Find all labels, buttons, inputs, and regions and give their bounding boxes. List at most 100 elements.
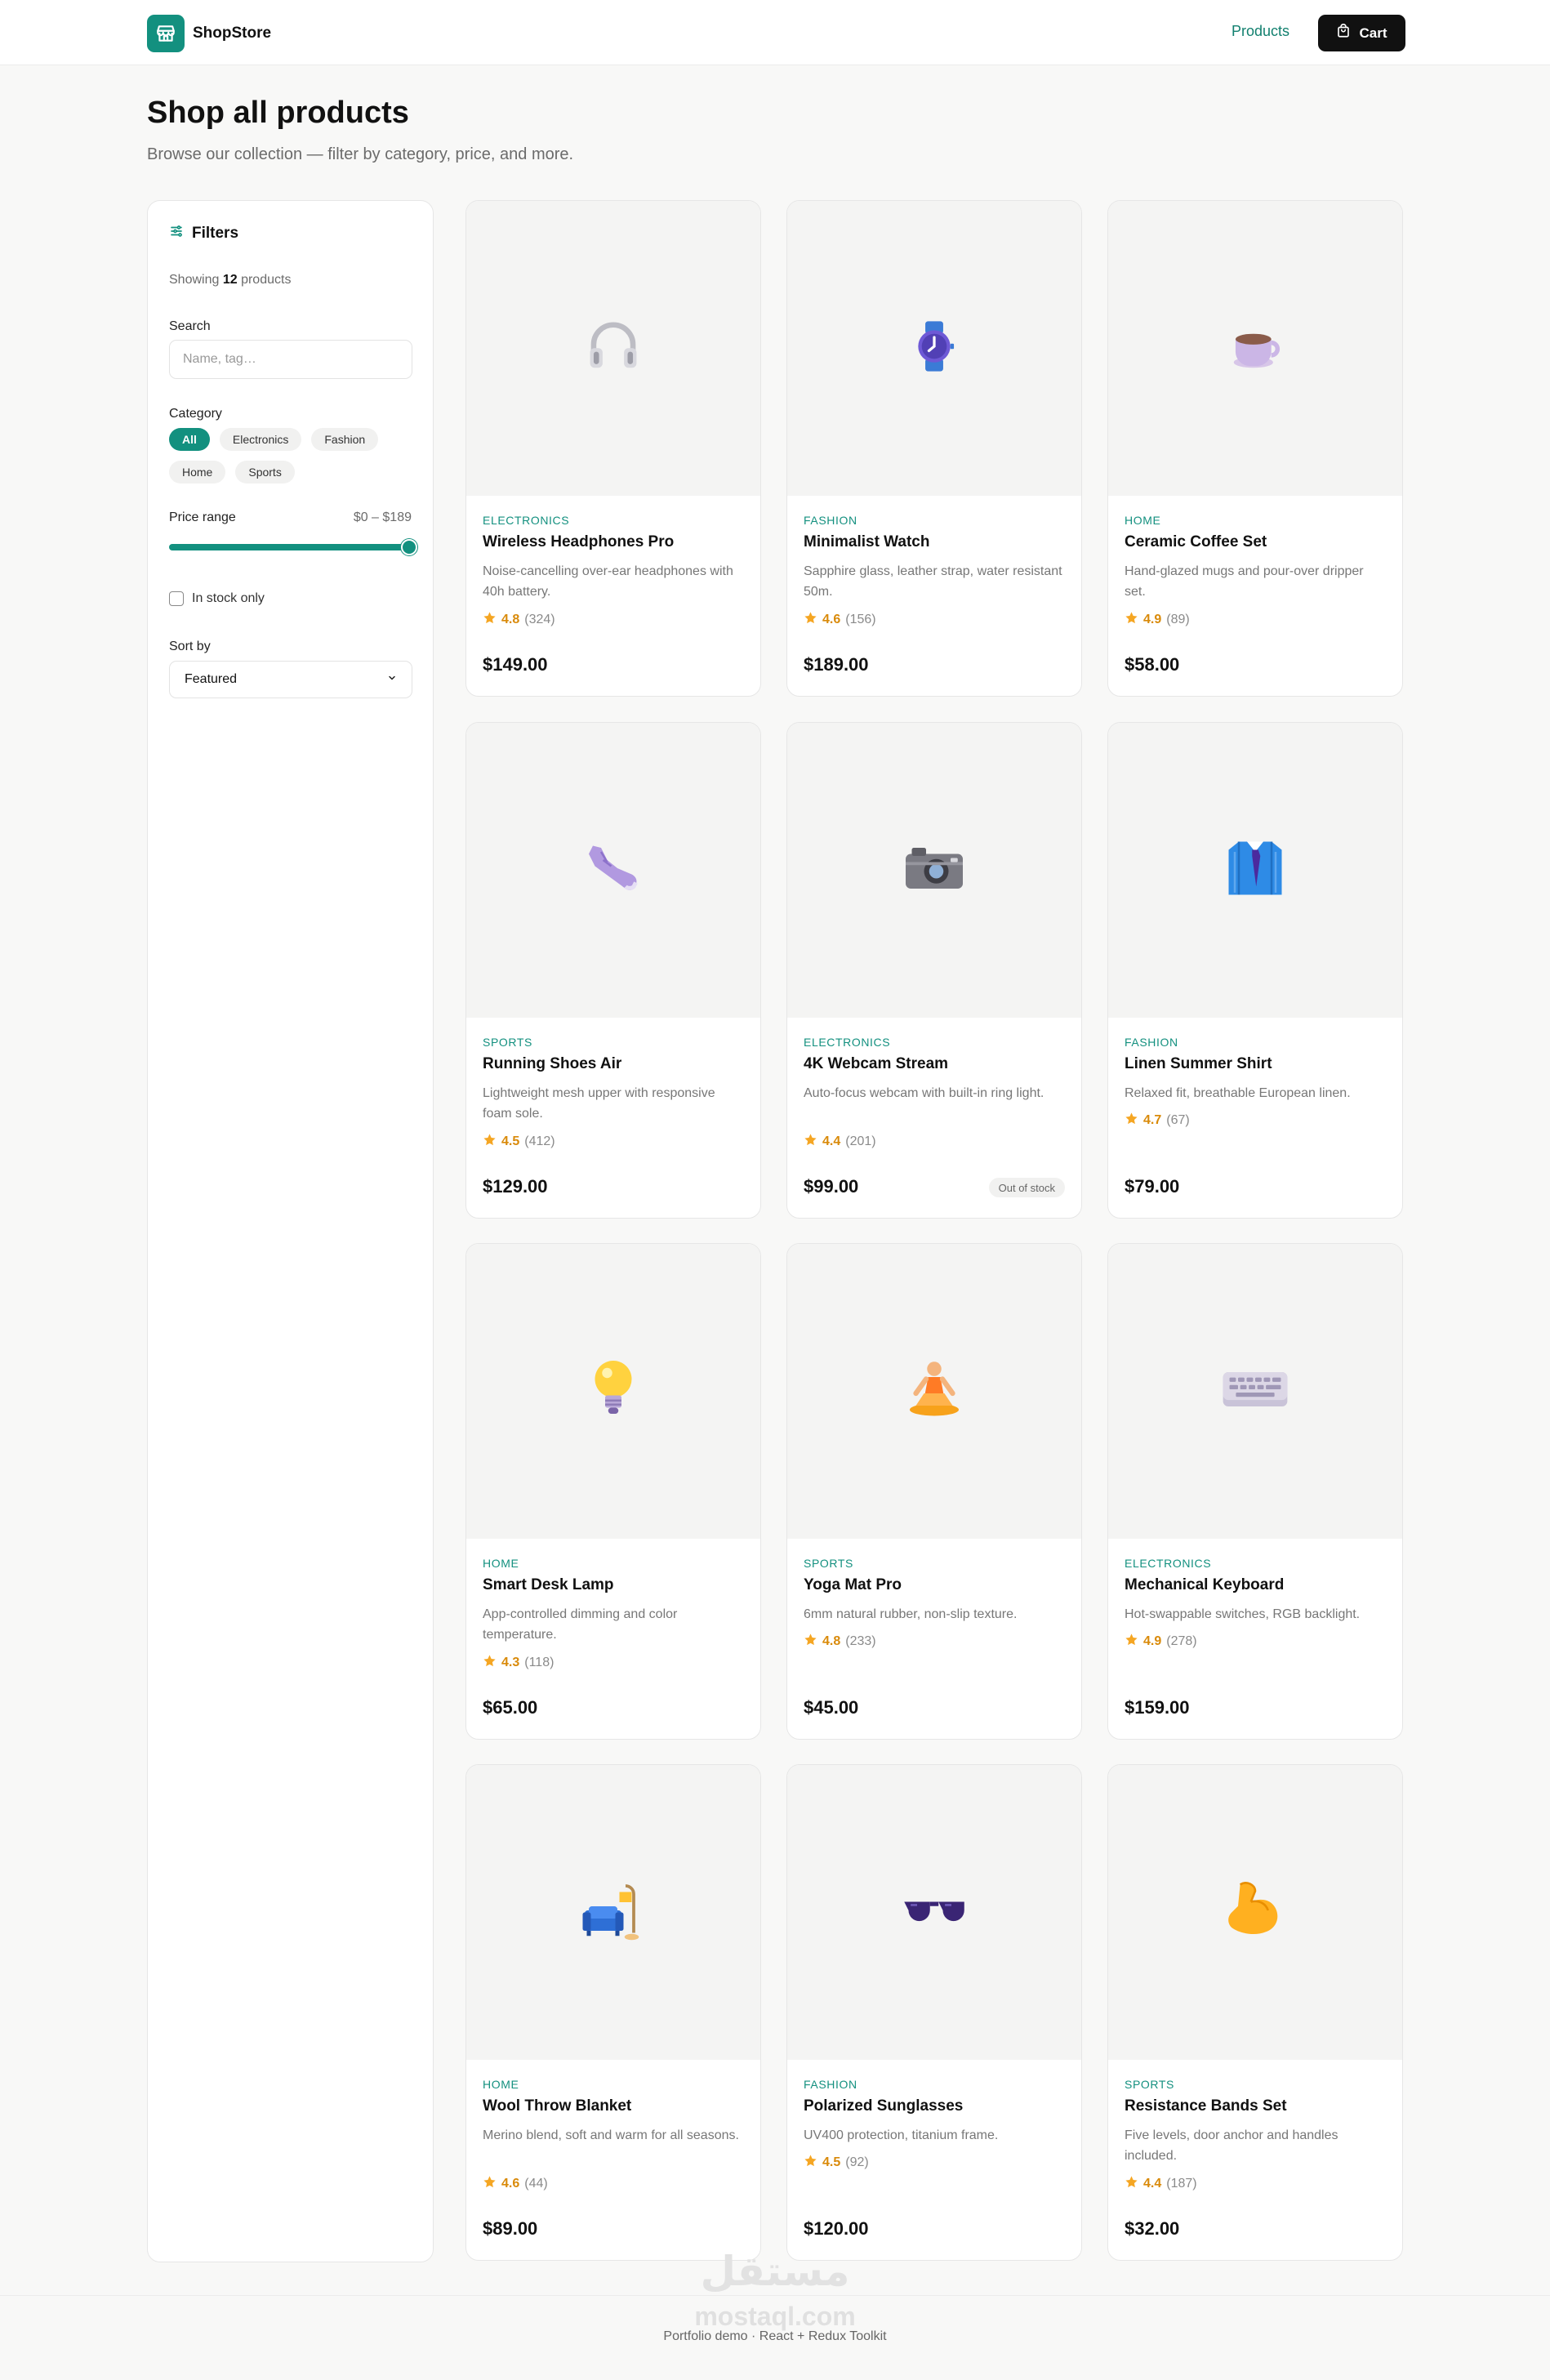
showing-prefix: Showing [169,273,220,287]
headphones-icon [585,318,642,379]
search-input[interactable] [169,340,412,379]
price-range-label: Price range [169,510,236,524]
product-image[interactable] [466,1244,760,1539]
product-name[interactable]: Minimalist Watch [804,533,929,551]
product-name[interactable]: 4K Webcam Stream [804,1055,948,1073]
product-card[interactable]: FASHION Polarized Sunglasses UV400 protect… [786,1764,1082,2261]
camera-icon [902,840,967,901]
product-image[interactable] [1108,1244,1402,1539]
filters-heading: Filters [169,224,238,243]
product-category: HOME [483,2078,519,2091]
product-image[interactable] [787,201,1081,496]
rating-value: 4.7 [1143,1113,1162,1127]
rating-value: 4.4 [822,1134,841,1148]
product-image[interactable] [787,723,1081,1018]
couch-lamp-icon [579,1878,648,1947]
product-price: $149.00 [483,654,548,675]
product-name[interactable]: Ceramic Coffee Set [1125,533,1267,551]
product-card[interactable]: ELECTRONICS Wireless Headphones Pro Noise-… [465,200,761,697]
product-card[interactable]: HOME Ceramic Coffee Set Hand-glazed mugs a… [1107,200,1403,697]
product-card[interactable]: ELECTRONICS 4K Webcam Stream Auto-focus we… [786,722,1082,1219]
rating-count: (118) [524,1656,555,1669]
product-price: $120.00 [804,2218,869,2239]
product-price: $65.00 [483,1697,538,1718]
product-rating: 4.9 (278) [1125,1633,1197,1651]
rating-count: (278) [1166,1634,1197,1648]
price-range-slider[interactable] [169,539,417,555]
product-category: FASHION [1125,1036,1178,1049]
flexed-bicep-icon [1221,1876,1289,1949]
product-image[interactable] [1108,201,1402,496]
product-image[interactable] [1108,723,1402,1018]
product-card[interactable]: SPORTS Yoga Mat Pro 6mm natural rubber, no… [786,1243,1082,1740]
category-chip-fashion[interactable]: Fashion [311,428,379,451]
product-rating: 4.7 (67) [1125,1112,1190,1130]
product-name[interactable]: Running Shoes Air [483,1055,621,1073]
product-price: $58.00 [1125,654,1180,675]
category-label: Category [169,407,222,421]
product-description: 6mm natural rubber, non-slip texture. [804,1607,1018,1621]
product-image[interactable] [1108,1765,1402,2060]
star-icon [804,1133,817,1151]
product-card[interactable]: SPORTS Resistance Bands Set Five levels, d… [1107,1764,1403,2261]
product-card[interactable]: HOME Smart Desk Lamp App-controlled dimmin… [465,1243,761,1740]
sort-select[interactable]: Featured [169,661,412,698]
product-description: Hand-glazed mugs and pour-over dripper s… [1125,564,1364,599]
product-rating: 4.5 (92) [804,2154,869,2172]
product-name[interactable]: Polarized Sunglasses [804,2097,963,2115]
price-slider-thumb[interactable] [401,539,417,555]
category-chips: All Electronics Fashion Home Sports [169,428,414,484]
product-name[interactable]: Mechanical Keyboard [1125,1576,1284,1594]
product-name[interactable]: Linen Summer Shirt [1125,1055,1272,1073]
rating-value: 4.5 [822,2155,841,2169]
search-label: Search [169,319,211,333]
product-rating: 4.8 (324) [483,611,555,629]
category-chip-electronics[interactable]: Electronics [219,428,302,451]
rating-value: 4.8 [501,613,520,626]
chevron-down-icon [387,672,397,687]
product-name[interactable]: Smart Desk Lamp [483,1576,614,1594]
keyboard-icon [1221,1365,1289,1418]
product-image[interactable] [466,201,760,496]
category-chip-home[interactable]: Home [169,461,226,484]
product-price: $89.00 [483,2218,538,2239]
product-description: Relaxed fit, breathable European linen. [1125,1086,1351,1100]
product-card[interactable]: ELECTRONICS Mechanical Keyboard Hot-swappa… [1107,1243,1403,1740]
product-category: SPORTS [1125,2078,1174,2091]
product-rating: 4.4 (201) [804,1133,876,1151]
price-range-value: $0 – $189 [353,510,412,524]
product-card[interactable]: FASHION Linen Summer Shirt Relaxed fit, br… [1107,722,1403,1219]
category-chip-all[interactable]: All [169,428,210,451]
product-image[interactable] [787,1765,1081,2060]
product-image[interactable] [466,723,760,1018]
shirt-icon [1223,836,1288,905]
in-stock-checkbox[interactable] [169,591,184,606]
product-card[interactable]: HOME Wool Throw Blanket Merino blend, soft… [465,1764,761,2261]
product-description: App-controlled dimming and color tempera… [483,1607,678,1642]
in-stock-toggle[interactable]: In stock only [169,591,265,606]
star-icon [483,2175,497,2193]
product-rating: 4.4 (187) [1125,2175,1197,2193]
product-category: ELECTRONICS [1125,1557,1212,1570]
product-price: $79.00 [1125,1176,1180,1197]
cart-button[interactable]: Cart [1318,15,1405,51]
rating-count: (156) [845,613,876,626]
product-image[interactable] [787,1244,1081,1539]
store-icon [147,15,185,52]
page-title: Shop all products [147,96,409,130]
product-name[interactable]: Wool Throw Blanket [483,2097,631,2115]
product-rating: 4.3 (118) [483,1654,554,1672]
nav-products-link[interactable]: Products [1232,23,1289,40]
product-description: Lightweight mesh upper with responsive f… [483,1086,715,1121]
product-name[interactable]: Wireless Headphones Pro [483,533,674,551]
category-chip-sports[interactable]: Sports [235,461,295,484]
brand[interactable]: ShopStore [147,15,271,52]
product-card[interactable]: SPORTS Running Shoes Air Lightweight mesh … [465,722,761,1219]
rating-count: (89) [1166,613,1190,626]
yoga-icon [902,1357,967,1426]
product-name[interactable]: Yoga Mat Pro [804,1576,902,1594]
product-name[interactable]: Resistance Bands Set [1125,2097,1287,2115]
product-rating: 4.5 (412) [483,1133,555,1151]
product-card[interactable]: FASHION Minimalist Watch Sapphire glass, l… [786,200,1082,697]
product-image[interactable] [466,1765,760,2060]
